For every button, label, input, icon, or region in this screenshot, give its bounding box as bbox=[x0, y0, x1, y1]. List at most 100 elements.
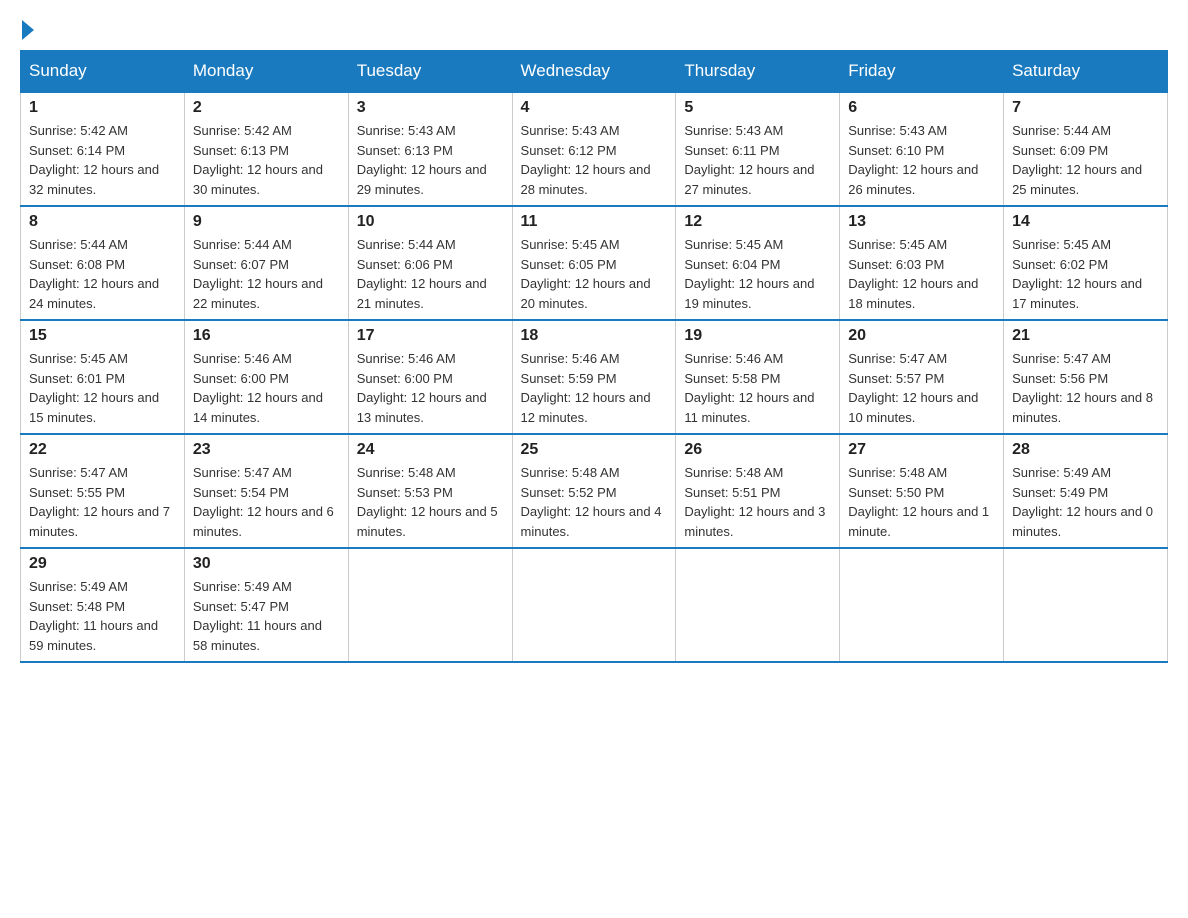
day-number: 22 bbox=[29, 441, 176, 459]
day-info: Sunrise: 5:47 AMSunset: 5:57 PMDaylight:… bbox=[848, 349, 995, 427]
calendar-day-cell: 2 Sunrise: 5:42 AMSunset: 6:13 PMDayligh… bbox=[184, 92, 348, 206]
day-number: 9 bbox=[193, 213, 340, 231]
day-info: Sunrise: 5:43 AMSunset: 6:12 PMDaylight:… bbox=[521, 121, 668, 199]
calendar-week-row: 29 Sunrise: 5:49 AMSunset: 5:48 PMDaylig… bbox=[21, 548, 1168, 662]
calendar-day-cell: 9 Sunrise: 5:44 AMSunset: 6:07 PMDayligh… bbox=[184, 206, 348, 320]
calendar-week-row: 22 Sunrise: 5:47 AMSunset: 5:55 PMDaylig… bbox=[21, 434, 1168, 548]
day-number: 1 bbox=[29, 99, 176, 117]
day-number: 27 bbox=[848, 441, 995, 459]
col-wednesday: Wednesday bbox=[512, 51, 676, 93]
calendar-day-cell: 10 Sunrise: 5:44 AMSunset: 6:06 PMDaylig… bbox=[348, 206, 512, 320]
calendar-week-row: 1 Sunrise: 5:42 AMSunset: 6:14 PMDayligh… bbox=[21, 92, 1168, 206]
calendar-day-cell: 7 Sunrise: 5:44 AMSunset: 6:09 PMDayligh… bbox=[1004, 92, 1168, 206]
day-info: Sunrise: 5:43 AMSunset: 6:11 PMDaylight:… bbox=[684, 121, 831, 199]
day-number: 6 bbox=[848, 99, 995, 117]
day-number: 3 bbox=[357, 99, 504, 117]
day-number: 23 bbox=[193, 441, 340, 459]
logo-arrow-icon bbox=[22, 20, 34, 40]
calendar-day-cell bbox=[840, 548, 1004, 662]
page-header bbox=[20, 20, 1168, 40]
calendar-day-cell: 14 Sunrise: 5:45 AMSunset: 6:02 PMDaylig… bbox=[1004, 206, 1168, 320]
calendar-day-cell: 24 Sunrise: 5:48 AMSunset: 5:53 PMDaylig… bbox=[348, 434, 512, 548]
calendar-day-cell: 6 Sunrise: 5:43 AMSunset: 6:10 PMDayligh… bbox=[840, 92, 1004, 206]
calendar-day-cell: 15 Sunrise: 5:45 AMSunset: 6:01 PMDaylig… bbox=[21, 320, 185, 434]
day-info: Sunrise: 5:48 AMSunset: 5:52 PMDaylight:… bbox=[521, 463, 668, 541]
calendar-day-cell: 16 Sunrise: 5:46 AMSunset: 6:00 PMDaylig… bbox=[184, 320, 348, 434]
calendar-week-row: 15 Sunrise: 5:45 AMSunset: 6:01 PMDaylig… bbox=[21, 320, 1168, 434]
day-info: Sunrise: 5:47 AMSunset: 5:54 PMDaylight:… bbox=[193, 463, 340, 541]
day-info: Sunrise: 5:49 AMSunset: 5:49 PMDaylight:… bbox=[1012, 463, 1159, 541]
calendar-day-cell: 28 Sunrise: 5:49 AMSunset: 5:49 PMDaylig… bbox=[1004, 434, 1168, 548]
calendar-table: Sunday Monday Tuesday Wednesday Thursday… bbox=[20, 50, 1168, 663]
day-number: 21 bbox=[1012, 327, 1159, 345]
day-info: Sunrise: 5:46 AMSunset: 5:58 PMDaylight:… bbox=[684, 349, 831, 427]
day-info: Sunrise: 5:45 AMSunset: 6:04 PMDaylight:… bbox=[684, 235, 831, 313]
day-number: 20 bbox=[848, 327, 995, 345]
day-info: Sunrise: 5:46 AMSunset: 6:00 PMDaylight:… bbox=[357, 349, 504, 427]
day-info: Sunrise: 5:46 AMSunset: 5:59 PMDaylight:… bbox=[521, 349, 668, 427]
calendar-day-cell: 19 Sunrise: 5:46 AMSunset: 5:58 PMDaylig… bbox=[676, 320, 840, 434]
calendar-day-cell bbox=[512, 548, 676, 662]
day-number: 5 bbox=[684, 99, 831, 117]
calendar-day-cell bbox=[348, 548, 512, 662]
calendar-day-cell: 12 Sunrise: 5:45 AMSunset: 6:04 PMDaylig… bbox=[676, 206, 840, 320]
col-tuesday: Tuesday bbox=[348, 51, 512, 93]
day-number: 19 bbox=[684, 327, 831, 345]
col-thursday: Thursday bbox=[676, 51, 840, 93]
day-number: 2 bbox=[193, 99, 340, 117]
day-info: Sunrise: 5:45 AMSunset: 6:02 PMDaylight:… bbox=[1012, 235, 1159, 313]
calendar-day-cell: 21 Sunrise: 5:47 AMSunset: 5:56 PMDaylig… bbox=[1004, 320, 1168, 434]
day-number: 15 bbox=[29, 327, 176, 345]
day-info: Sunrise: 5:49 AMSunset: 5:47 PMDaylight:… bbox=[193, 577, 340, 655]
calendar-day-cell: 29 Sunrise: 5:49 AMSunset: 5:48 PMDaylig… bbox=[21, 548, 185, 662]
calendar-day-cell: 25 Sunrise: 5:48 AMSunset: 5:52 PMDaylig… bbox=[512, 434, 676, 548]
calendar-day-cell: 23 Sunrise: 5:47 AMSunset: 5:54 PMDaylig… bbox=[184, 434, 348, 548]
calendar-header-row: Sunday Monday Tuesday Wednesday Thursday… bbox=[21, 51, 1168, 93]
day-number: 17 bbox=[357, 327, 504, 345]
calendar-day-cell: 17 Sunrise: 5:46 AMSunset: 6:00 PMDaylig… bbox=[348, 320, 512, 434]
logo bbox=[20, 20, 34, 40]
calendar-day-cell: 13 Sunrise: 5:45 AMSunset: 6:03 PMDaylig… bbox=[840, 206, 1004, 320]
calendar-day-cell: 22 Sunrise: 5:47 AMSunset: 5:55 PMDaylig… bbox=[21, 434, 185, 548]
calendar-day-cell: 18 Sunrise: 5:46 AMSunset: 5:59 PMDaylig… bbox=[512, 320, 676, 434]
day-number: 12 bbox=[684, 213, 831, 231]
calendar-week-row: 8 Sunrise: 5:44 AMSunset: 6:08 PMDayligh… bbox=[21, 206, 1168, 320]
day-number: 30 bbox=[193, 555, 340, 573]
day-number: 16 bbox=[193, 327, 340, 345]
calendar-day-cell: 26 Sunrise: 5:48 AMSunset: 5:51 PMDaylig… bbox=[676, 434, 840, 548]
day-number: 13 bbox=[848, 213, 995, 231]
day-number: 14 bbox=[1012, 213, 1159, 231]
day-info: Sunrise: 5:44 AMSunset: 6:09 PMDaylight:… bbox=[1012, 121, 1159, 199]
day-info: Sunrise: 5:48 AMSunset: 5:51 PMDaylight:… bbox=[684, 463, 831, 541]
calendar-day-cell: 11 Sunrise: 5:45 AMSunset: 6:05 PMDaylig… bbox=[512, 206, 676, 320]
day-info: Sunrise: 5:44 AMSunset: 6:07 PMDaylight:… bbox=[193, 235, 340, 313]
day-info: Sunrise: 5:48 AMSunset: 5:50 PMDaylight:… bbox=[848, 463, 995, 541]
day-number: 18 bbox=[521, 327, 668, 345]
day-info: Sunrise: 5:47 AMSunset: 5:56 PMDaylight:… bbox=[1012, 349, 1159, 427]
day-info: Sunrise: 5:49 AMSunset: 5:48 PMDaylight:… bbox=[29, 577, 176, 655]
day-info: Sunrise: 5:45 AMSunset: 6:01 PMDaylight:… bbox=[29, 349, 176, 427]
day-info: Sunrise: 5:46 AMSunset: 6:00 PMDaylight:… bbox=[193, 349, 340, 427]
calendar-day-cell: 27 Sunrise: 5:48 AMSunset: 5:50 PMDaylig… bbox=[840, 434, 1004, 548]
day-info: Sunrise: 5:45 AMSunset: 6:03 PMDaylight:… bbox=[848, 235, 995, 313]
day-info: Sunrise: 5:43 AMSunset: 6:10 PMDaylight:… bbox=[848, 121, 995, 199]
col-sunday: Sunday bbox=[21, 51, 185, 93]
calendar-day-cell: 8 Sunrise: 5:44 AMSunset: 6:08 PMDayligh… bbox=[21, 206, 185, 320]
col-monday: Monday bbox=[184, 51, 348, 93]
calendar-day-cell: 5 Sunrise: 5:43 AMSunset: 6:11 PMDayligh… bbox=[676, 92, 840, 206]
day-number: 28 bbox=[1012, 441, 1159, 459]
calendar-day-cell: 1 Sunrise: 5:42 AMSunset: 6:14 PMDayligh… bbox=[21, 92, 185, 206]
day-info: Sunrise: 5:43 AMSunset: 6:13 PMDaylight:… bbox=[357, 121, 504, 199]
day-number: 7 bbox=[1012, 99, 1159, 117]
day-number: 11 bbox=[521, 213, 668, 231]
col-saturday: Saturday bbox=[1004, 51, 1168, 93]
day-info: Sunrise: 5:45 AMSunset: 6:05 PMDaylight:… bbox=[521, 235, 668, 313]
calendar-day-cell: 4 Sunrise: 5:43 AMSunset: 6:12 PMDayligh… bbox=[512, 92, 676, 206]
day-info: Sunrise: 5:47 AMSunset: 5:55 PMDaylight:… bbox=[29, 463, 176, 541]
day-info: Sunrise: 5:48 AMSunset: 5:53 PMDaylight:… bbox=[357, 463, 504, 541]
day-number: 25 bbox=[521, 441, 668, 459]
day-info: Sunrise: 5:42 AMSunset: 6:13 PMDaylight:… bbox=[193, 121, 340, 199]
calendar-day-cell: 3 Sunrise: 5:43 AMSunset: 6:13 PMDayligh… bbox=[348, 92, 512, 206]
day-number: 4 bbox=[521, 99, 668, 117]
day-number: 26 bbox=[684, 441, 831, 459]
